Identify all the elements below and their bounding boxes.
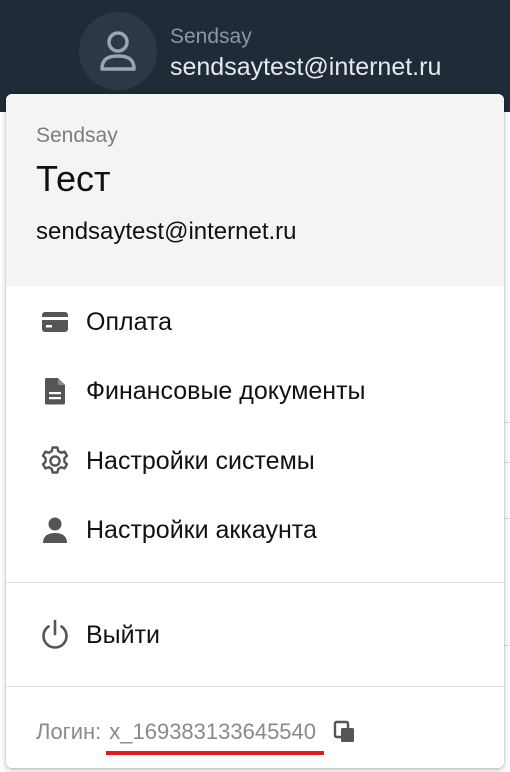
login-divider	[6, 686, 504, 687]
menu-divider	[6, 582, 504, 583]
account-company: Sendsay	[36, 124, 118, 147]
menu-item-label: Оплата	[86, 307, 172, 336]
highlight-underline	[106, 751, 325, 755]
logout-button[interactable]: Выйти	[6, 606, 504, 664]
copy-login-button[interactable]	[332, 719, 358, 745]
login-value-text: x_169383133645540	[109, 719, 317, 744]
account-dropdown: Sendsay Тест sendsaytest@internet.ru Опл…	[6, 94, 504, 768]
avatar[interactable]	[79, 12, 157, 90]
menu-item-payment[interactable]: Оплата	[6, 293, 504, 351]
background-divider	[504, 462, 510, 463]
background-divider	[504, 645, 510, 646]
account-email: sendsaytest@internet.ru	[36, 218, 297, 245]
menu-item-label: Настройки системы	[86, 446, 315, 475]
login-value: x_169383133645540	[106, 719, 325, 755]
person-icon	[38, 513, 72, 547]
account-name: Тест	[36, 158, 111, 199]
login-row: Логин: x_169383133645540	[36, 712, 358, 755]
menu-item-label: Настройки аккаунта	[86, 515, 317, 544]
gear-icon	[38, 444, 72, 478]
logout-label: Выйти	[86, 620, 161, 649]
document-icon	[38, 374, 72, 408]
account-summary: Sendsay Тест sendsaytest@internet.ru	[6, 94, 504, 286]
menu-item-account-settings[interactable]: Настройки аккаунта	[6, 501, 504, 559]
header-email[interactable]: sendsaytest@internet.ru	[170, 53, 441, 82]
login-label: Логин:	[36, 719, 102, 744]
credit-card-icon	[38, 305, 72, 339]
background-divider	[504, 422, 510, 423]
user-icon	[100, 31, 136, 71]
header-company: Sendsay	[170, 25, 252, 48]
menu-item-system-settings[interactable]: Настройки системы	[6, 432, 504, 490]
menu-item-financial-documents[interactable]: Финансовые документы	[6, 362, 504, 420]
copy-icon	[333, 720, 355, 742]
background-divider	[504, 518, 510, 519]
menu-item-label: Финансовые документы	[86, 376, 366, 405]
power-icon	[38, 618, 72, 652]
